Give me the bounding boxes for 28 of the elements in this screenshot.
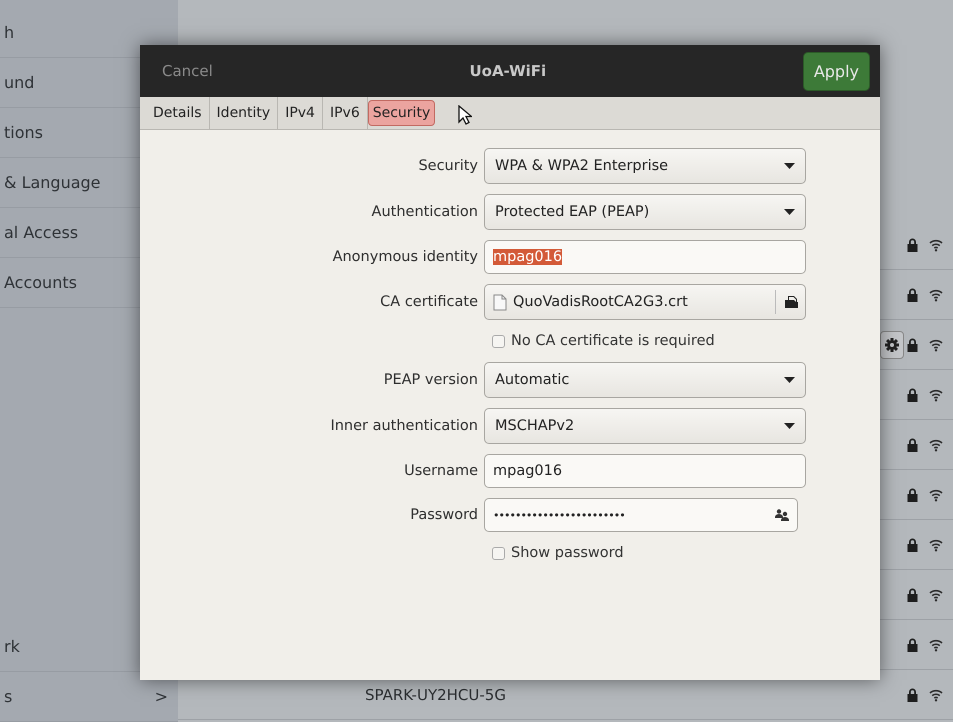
chevron-icon: > [154,687,168,706]
field-label: Authentication [372,204,478,220]
field-label: Password [410,507,478,523]
field-label: Username [404,463,478,479]
field-label: PEAP version [384,372,478,388]
input-field[interactable]: mpag016 [484,240,806,274]
field-label: CA certificate [380,294,478,310]
dropdown[interactable]: WPA & WPA2 Enterprise [484,148,806,184]
dropdown[interactable]: MSCHAPv2 [484,408,806,444]
sidebar-item[interactable]: h [0,8,140,58]
field-label: Anonymous identity [332,249,478,265]
dropdown[interactable]: Automatic [484,362,806,398]
tab[interactable]: IPv4 [278,97,323,129]
network-name[interactable]: SPARK-UY2HCU-5G [365,686,896,704]
tab[interactable]: Identity [210,97,278,129]
checkbox-label[interactable]: No CA certificate is required [511,333,715,349]
checkbox-label[interactable]: Show password [511,545,624,561]
dropdown[interactable]: Protected EAP (PEAP) [484,194,806,230]
password-field[interactable]: •••••••••••••••••••••••• [484,498,798,532]
apply-button[interactable]: Apply [802,52,870,90]
field-label: Security [418,158,478,174]
file-chooser-button[interactable]: QuoVadisRootCA2G3.crt [484,284,806,320]
field-label: Inner authentication [330,418,478,434]
input-field[interactable]: mpag016 [484,454,806,488]
tab[interactable]: Details [146,97,210,129]
tab[interactable]: Security [368,100,436,126]
cancel-button[interactable]: Cancel [162,58,213,84]
dialog-title: UoA-WiFi [468,62,548,80]
